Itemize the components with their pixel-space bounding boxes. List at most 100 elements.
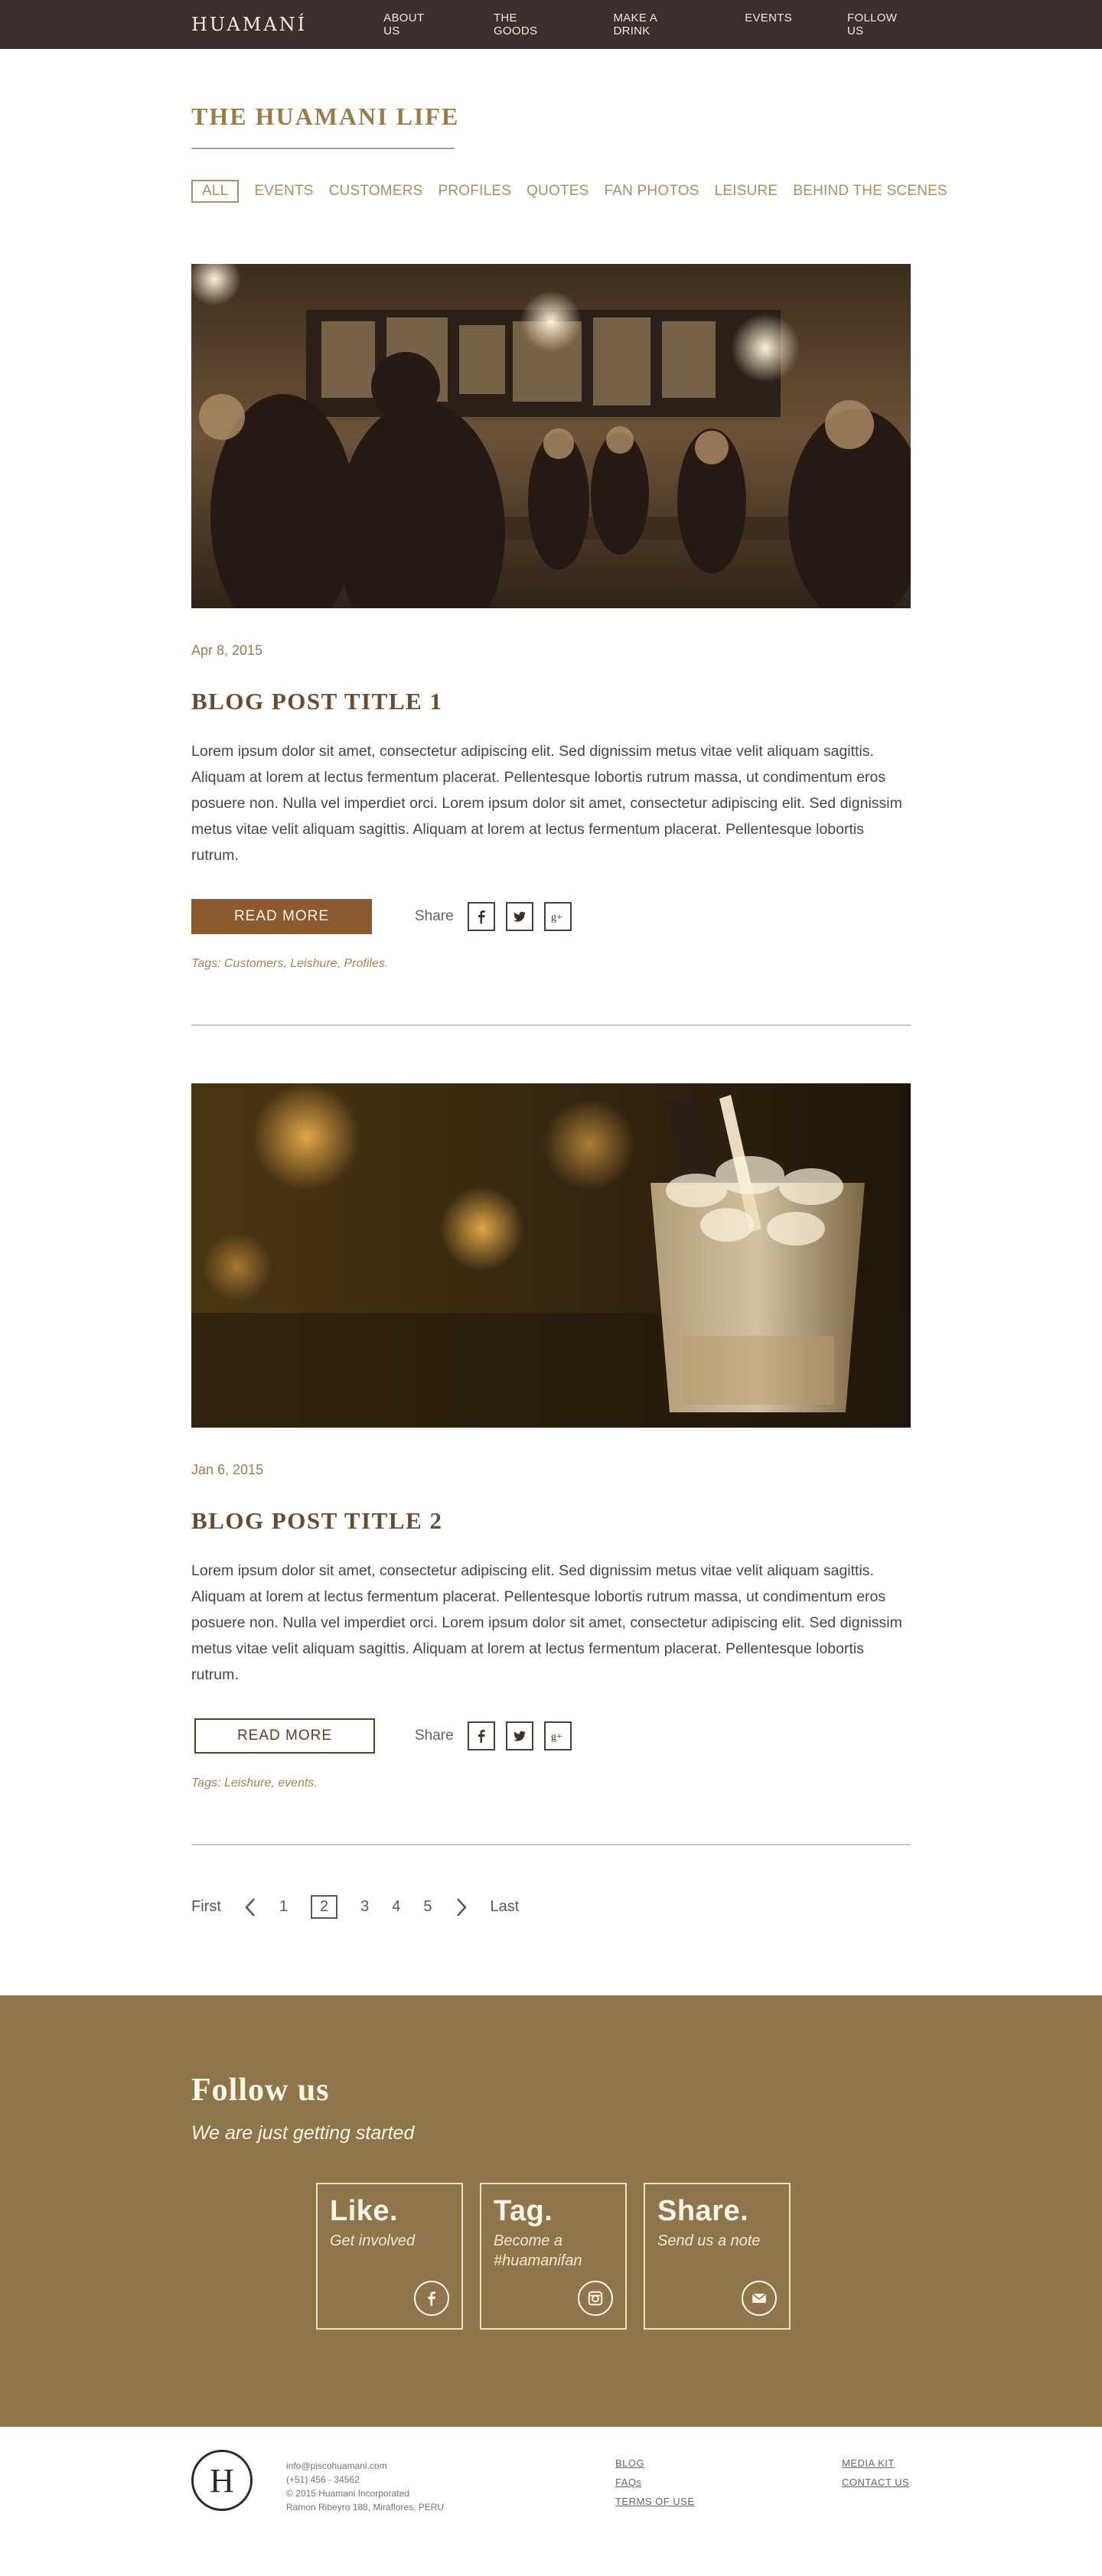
tag-card[interactable]: Tag. Become a #huamanifan	[480, 2183, 627, 2330]
category-filters: ALL EVENTS CUSTOMERS PROFILES QUOTES FAN…	[191, 180, 947, 203]
filter-quotes[interactable]: QUOTES	[527, 183, 588, 200]
tag-links[interactable]: Leishure, events.	[224, 1776, 318, 1790]
pagination-last[interactable]: Last	[491, 1898, 520, 1916]
read-more-button[interactable]: READ MORE	[191, 899, 372, 934]
facebook-icon	[428, 2291, 436, 2306]
share-googleplus-button[interactable]: g+	[543, 902, 572, 931]
follow-title: Follow us	[191, 2073, 330, 2108]
tag-links[interactable]: Customers, Leishure, Profiles.	[224, 957, 388, 970]
card-text: Become a #huamanifan	[494, 2232, 582, 2269]
post-excerpt: Lorem ipsum dolor sit amet, consectetur …	[191, 743, 902, 864]
post-excerpt: Lorem ipsum dolor sit amet, consectetur …	[191, 1562, 902, 1683]
pagination-page-3[interactable]: 3	[360, 1898, 369, 1916]
pagination-page-1[interactable]: 1	[279, 1898, 288, 1916]
footer-link-terms[interactable]: TERMS OF USE	[615, 2496, 695, 2507]
nav-events[interactable]: EVENTS	[745, 11, 792, 37]
card-heading: Share.	[657, 2195, 749, 2227]
share-card[interactable]: Share. Send us a note	[644, 2183, 791, 2330]
footer-phone: (+51) 456 - 34562	[286, 2474, 360, 2485]
nav-about-us[interactable]: ABOUT US	[383, 11, 439, 37]
post-divider	[191, 1024, 911, 1026]
chevron-right-icon	[456, 1897, 467, 1917]
share-label: Share	[415, 1728, 454, 1744]
title-underline	[191, 148, 455, 149]
instagram-icon	[588, 2291, 603, 2306]
site-footer: H info@piscohuamani.com (+51) 456 - 3456…	[0, 2427, 1102, 2524]
facebook-icon	[478, 910, 485, 923]
footer-link-blog[interactable]: BLOG	[615, 2457, 695, 2469]
footer-copyright: © 2015 Huamani Incorporated	[286, 2488, 409, 2499]
post-actions: READ MORE Share g+	[191, 899, 911, 934]
twitter-icon	[513, 1731, 526, 1741]
mail-round-button[interactable]	[742, 2281, 777, 2316]
pagination: First 1 2 3 4 5 Last	[191, 1895, 911, 1919]
cocktail-glass-photo	[191, 1083, 911, 1428]
blog-post: Jan 6, 2015 BLOG POST TITLE 2 Lorem ipsu…	[191, 1083, 911, 1790]
share-twitter-button[interactable]	[505, 1721, 533, 1750]
footer-link-contact[interactable]: CONTACT US	[842, 2477, 909, 2488]
post-divider	[191, 1844, 911, 1845]
main-nav: ABOUT US THE GOODS MAKE A DRINK EVENTS F…	[383, 11, 911, 37]
pagination-current-page[interactable]: 2	[311, 1895, 338, 1919]
googleplus-icon: g+	[551, 912, 562, 923]
tags-label: Tags:	[191, 957, 221, 970]
post-title[interactable]: BLOG POST TITLE 2	[191, 1507, 911, 1535]
share-twitter-button[interactable]	[505, 902, 533, 931]
footer-address: Ramon Ribeyro 188, Miraflores, PERU	[286, 2502, 445, 2512]
blog-post: Apr 8, 2015 BLOG POST TITLE 1 Lorem ipsu…	[191, 264, 911, 971]
footer-link-faqs[interactable]: FAQs	[615, 2477, 695, 2488]
mail-icon	[752, 2293, 767, 2304]
footer-contact: info@piscohuamani.com (+51) 456 - 34562 …	[286, 2459, 444, 2514]
filter-customers[interactable]: CUSTOMERS	[329, 183, 423, 200]
nav-the-goods[interactable]: THE GOODS	[494, 11, 558, 37]
pagination-next-button[interactable]	[455, 1897, 468, 1918]
main-content: THE HUAMANI LIFE ALL EVENTS CUSTOMERS PR…	[191, 49, 947, 1919]
share-label: Share	[415, 908, 454, 924]
nav-follow-us[interactable]: FOLLOW US	[847, 11, 911, 37]
brand-logo[interactable]: HUAMANÍ	[191, 14, 307, 35]
footer-email[interactable]: info@piscohuamani.com	[286, 2459, 444, 2473]
follow-cards: Like. Get involved Tag. Become a #huaman…	[316, 2183, 911, 2330]
filter-all[interactable]: ALL	[191, 180, 240, 203]
page-title: THE HUAMANI LIFE	[191, 103, 460, 130]
post-image-cocktail[interactable]	[191, 1083, 911, 1428]
share-facebook-button[interactable]	[467, 902, 495, 931]
pagination-page-4[interactable]: 4	[392, 1898, 400, 1916]
follow-subtitle: We are just getting started	[191, 2122, 415, 2144]
like-card[interactable]: Like. Get involved	[316, 2183, 463, 2330]
googleplus-icon: g+	[551, 1731, 562, 1743]
post-actions: READ MORE Share g+	[191, 1718, 911, 1754]
svg-text:g+: g+	[551, 1731, 562, 1743]
post-title[interactable]: BLOG POST TITLE 1	[191, 688, 911, 715]
filter-leisure[interactable]: LEISURE	[715, 183, 778, 200]
pagination-page-5[interactable]: 5	[423, 1898, 432, 1916]
card-text: Send us a note	[657, 2232, 761, 2249]
share-facebook-button[interactable]	[467, 1721, 495, 1750]
chevron-left-icon	[245, 1897, 255, 1917]
tags-label: Tags:	[191, 1776, 221, 1790]
filter-events[interactable]: EVENTS	[254, 183, 313, 200]
filter-profiles[interactable]: PROFILES	[439, 183, 512, 200]
nav-make-a-drink[interactable]: MAKE A DRINK	[613, 11, 690, 37]
footer-logo-badge[interactable]: H	[191, 2450, 253, 2511]
footer-links-secondary: MEDIA KIT CONTACT US	[842, 2457, 909, 2496]
post-date: Jan 6, 2015	[191, 1462, 264, 1477]
post-date: Apr 8, 2015	[191, 643, 263, 658]
filter-behind-the-scenes[interactable]: BEHIND THE SCENES	[793, 183, 947, 200]
read-more-button[interactable]: READ MORE	[194, 1718, 375, 1754]
footer-link-media-kit[interactable]: MEDIA KIT	[842, 2457, 909, 2469]
share-googleplus-button[interactable]: g+	[543, 1721, 572, 1750]
card-heading: Tag.	[494, 2195, 553, 2227]
instagram-round-button[interactable]	[578, 2281, 613, 2316]
follow-us-section: Follow us We are just getting started Li…	[0, 1995, 1102, 2427]
post-image-bar-scene[interactable]	[191, 264, 911, 608]
post-tags: Tags: Leishure, events.	[191, 1776, 911, 1790]
top-navigation-bar: HUAMANÍ ABOUT US THE GOODS MAKE A DRINK …	[0, 0, 1102, 49]
pagination-prev-button[interactable]	[244, 1897, 256, 1918]
card-text: Get involved	[330, 2232, 416, 2249]
filter-fan-photos[interactable]: FAN PHOTOS	[605, 183, 699, 200]
facebook-round-button[interactable]	[414, 2281, 449, 2316]
svg-text:g+: g+	[551, 912, 562, 923]
pagination-first[interactable]: First	[191, 1898, 221, 1916]
bar-crowd-photo	[191, 264, 911, 608]
